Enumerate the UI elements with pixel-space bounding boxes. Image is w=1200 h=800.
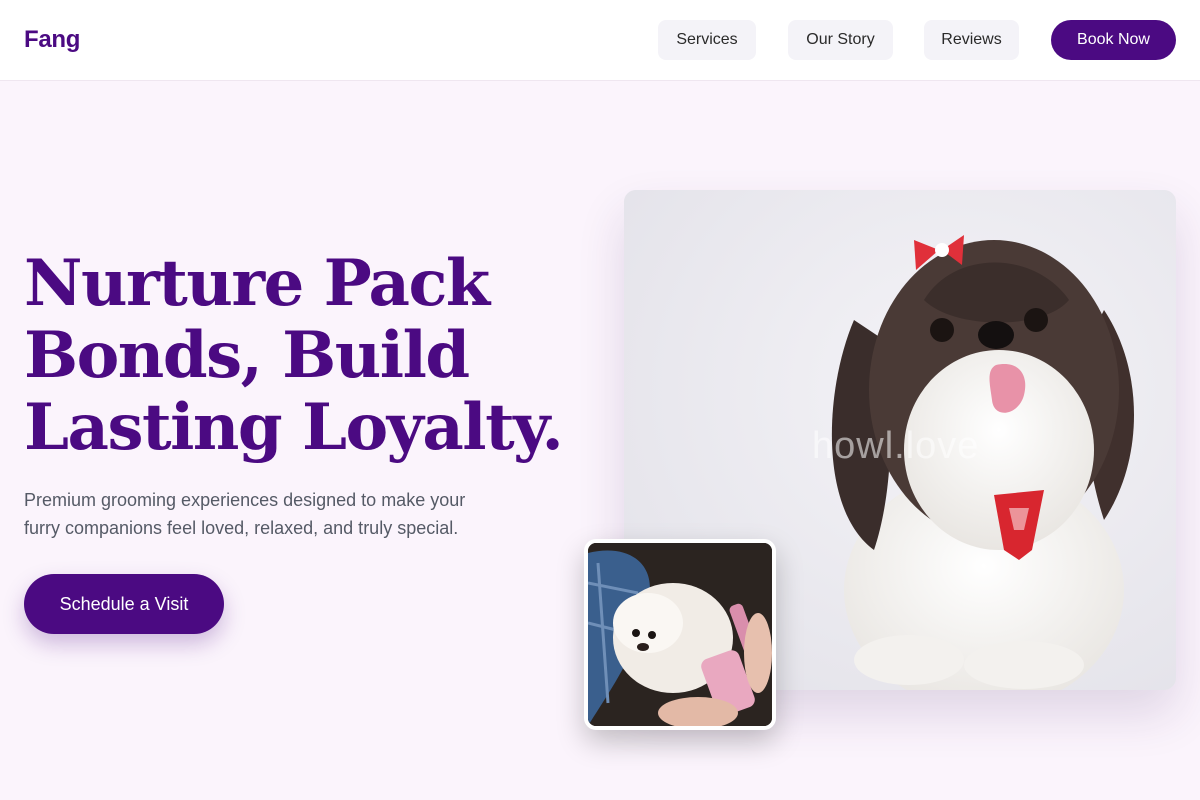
hero-subtitle: Premium grooming experiences designed to… (24, 486, 514, 542)
nav-link-services[interactable]: Services (658, 20, 756, 60)
headline-line: Nurture Pack (24, 246, 490, 321)
nav-link-reviews[interactable]: Reviews (924, 20, 1019, 60)
headline-line: Lasting Loyalty. (24, 390, 564, 465)
brand-logo[interactable]: Fang (24, 26, 80, 54)
subtitle-line: furry companions feel loved, relaxed, an… (24, 518, 459, 538)
grooming-thumbnail-image (584, 539, 776, 730)
schedule-visit-button[interactable]: Schedule a Visit (24, 574, 224, 634)
subtitle-line: Premium grooming experiences designed to… (24, 490, 466, 510)
book-now-button[interactable]: Book Now (1051, 20, 1176, 60)
headline-line: Bonds, Build (24, 318, 470, 393)
top-navigation: Fang Services Our Story Reviews Book Now (0, 0, 1200, 81)
grooming-dog-illustration (588, 543, 772, 726)
hero-headline: Nurture Pack Bonds, Build Lasting Loyalt… (24, 248, 604, 464)
image-watermark: howl.love (812, 425, 980, 467)
nav-link-our-story[interactable]: Our Story (788, 20, 893, 60)
